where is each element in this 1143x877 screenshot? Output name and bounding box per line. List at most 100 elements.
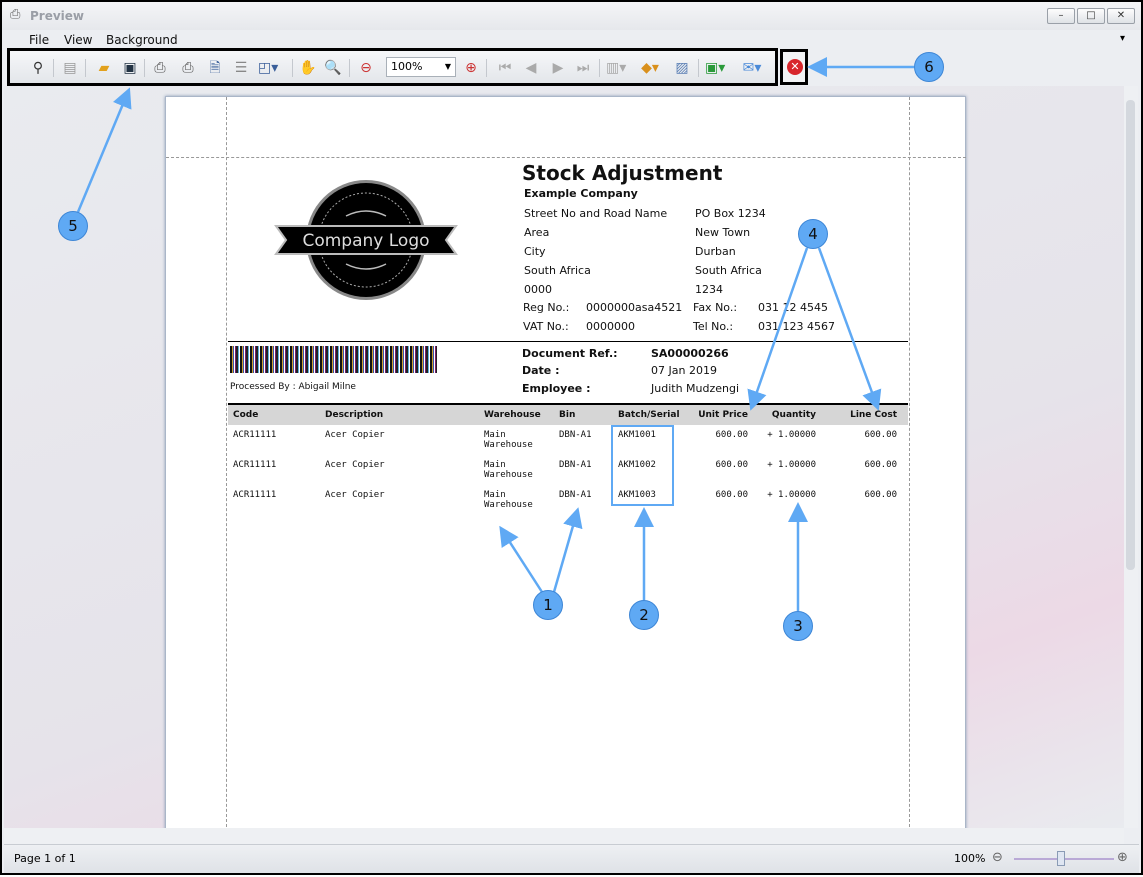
menu-overflow-icon[interactable]: ▾ xyxy=(1120,33,1125,44)
cell-qty: + 1.00000 xyxy=(767,490,816,500)
date-label: Date : xyxy=(522,364,560,377)
page-setup-icon[interactable]: 🗎 xyxy=(205,59,225,77)
window-title: Preview xyxy=(30,9,85,23)
fax-value: 031 12 4545 xyxy=(758,301,828,314)
fax-label: Fax No.: xyxy=(693,301,738,314)
menu-background[interactable]: Background xyxy=(106,33,178,47)
print-dialog-icon[interactable]: ⎙ xyxy=(150,59,170,77)
svg-text:Company Logo: Company Logo xyxy=(302,231,429,251)
tel-value: 031 123 4567 xyxy=(758,320,835,333)
chevron-down-icon: ▼ xyxy=(444,62,451,71)
cell-bin: DBN-A1 xyxy=(559,490,592,500)
zoom-percent: 100% xyxy=(954,852,986,865)
col-code: Code xyxy=(233,410,259,420)
page-indicator: Page 1 of 1 xyxy=(14,852,76,865)
zoom-select[interactable]: 100% ▼ xyxy=(386,57,456,77)
col-unit-price: Unit Price xyxy=(698,410,748,420)
cell-wh1: Main xyxy=(484,460,506,470)
page-layout-icon[interactable]: ▥▾ xyxy=(606,59,626,77)
callout-4: 4 xyxy=(798,219,828,249)
email-icon[interactable]: ✉▾ xyxy=(742,59,762,77)
doc-ref-label: Document Ref.: xyxy=(522,347,618,360)
quick-print-icon[interactable]: ⎙ xyxy=(178,59,198,77)
title-bar: ⎙ Preview – □ ✕ xyxy=(2,2,1141,30)
employee-value: Judith Mudzengi xyxy=(651,382,740,395)
cell-cost: 600.00 xyxy=(864,460,897,470)
date-value: 07 Jan 2019 xyxy=(651,364,717,377)
cell-wh2: Warehouse xyxy=(484,440,533,450)
zoom-in-icon[interactable]: ⊕ xyxy=(461,59,481,77)
employee-label: Employee : xyxy=(522,382,591,395)
cell-wh2: Warehouse xyxy=(484,500,533,510)
close-preview-icon: ✕ xyxy=(787,59,803,75)
address-line: South Africa xyxy=(524,264,591,277)
address-line: Street No and Road Name xyxy=(524,207,668,220)
cell-price: 600.00 xyxy=(715,460,748,470)
company-logo: Company Logo xyxy=(274,180,458,300)
horizontal-scrollbar[interactable] xyxy=(4,828,1124,844)
barcode xyxy=(230,346,437,373)
col-line-cost: Line Cost xyxy=(850,410,897,420)
thumbnails-icon[interactable]: ▤ xyxy=(60,59,80,77)
first-page-icon[interactable]: ⏮ xyxy=(495,59,515,77)
col-warehouse: Warehouse xyxy=(484,410,541,420)
tel-label: Tel No.: xyxy=(693,320,734,333)
menu-view[interactable]: View xyxy=(64,33,92,47)
col-quantity: Quantity xyxy=(771,410,816,420)
cell-desc: Acer Copier xyxy=(325,490,385,500)
callout-3: 3 xyxy=(783,611,813,641)
document-title: Stock Adjustment xyxy=(522,161,723,185)
open-icon[interactable]: ▰ xyxy=(94,59,114,77)
batch-highlight-box xyxy=(611,425,674,506)
reg-label: Reg No.: xyxy=(523,301,570,314)
cell-bin: DBN-A1 xyxy=(559,460,592,470)
scale-icon[interactable]: ☰ xyxy=(231,59,251,77)
magnifier-icon[interactable]: 🔍 xyxy=(323,59,343,77)
cell-desc: Acer Copier xyxy=(325,460,385,470)
save-icon[interactable]: ▣ xyxy=(120,59,140,77)
find-icon[interactable]: ⚲ xyxy=(28,59,48,77)
zoom-out-icon[interactable]: ⊖ xyxy=(992,850,1003,865)
last-page-icon[interactable]: ⏭ xyxy=(573,59,593,77)
next-page-icon[interactable]: ▶ xyxy=(548,59,568,77)
callout-1: 1 xyxy=(533,590,563,620)
zoom-in-icon[interactable]: ⊕ xyxy=(1117,850,1128,865)
cell-qty: + 1.00000 xyxy=(767,460,816,470)
close-preview-button[interactable]: ✕ xyxy=(780,49,808,85)
cell-desc: Acer Copier xyxy=(325,430,385,440)
callout-5: 5 xyxy=(58,211,88,241)
vat-value: 0000000 xyxy=(586,320,635,333)
postal-line: New Town xyxy=(695,226,751,239)
window-close-button[interactable]: ✕ xyxy=(1107,8,1135,24)
zoom-out-icon[interactable]: ⊖ xyxy=(356,59,376,77)
menu-file[interactable]: File xyxy=(29,33,49,47)
vertical-scrollbar[interactable] xyxy=(1124,86,1138,828)
cell-bin: DBN-A1 xyxy=(559,430,592,440)
cell-wh2: Warehouse xyxy=(484,470,533,480)
cell-wh1: Main xyxy=(484,490,506,500)
cell-cost: 600.00 xyxy=(864,490,897,500)
minimize-button[interactable]: – xyxy=(1047,8,1075,24)
vertical-scroll-thumb[interactable] xyxy=(1126,100,1135,570)
cell-code: ACR11111 xyxy=(233,430,277,440)
doc-ref-value: SA00000266 xyxy=(651,347,729,360)
watermark-icon[interactable]: ▨ xyxy=(672,59,692,77)
previous-page-icon[interactable]: ◀ xyxy=(521,59,541,77)
postal-line: 1234 xyxy=(695,283,723,296)
callout-6: 6 xyxy=(914,52,944,82)
cell-qty: + 1.00000 xyxy=(767,430,816,440)
multiple-pages-icon[interactable]: ◰▾ xyxy=(258,59,278,77)
cell-code: ACR11111 xyxy=(233,460,277,470)
hand-tool-icon[interactable]: ✋ xyxy=(298,59,318,77)
address-line: Area xyxy=(524,226,550,239)
page-color-icon[interactable]: ◆▾ xyxy=(640,59,660,77)
zoom-value: 100% xyxy=(391,60,423,73)
cell-price: 600.00 xyxy=(715,430,748,440)
reg-value: 0000000asa4521 xyxy=(586,301,683,314)
col-bin: Bin xyxy=(559,410,576,420)
export-icon[interactable]: ▣▾ xyxy=(705,59,725,77)
maximize-button[interactable]: □ xyxy=(1077,8,1105,24)
zoom-slider-thumb[interactable] xyxy=(1057,851,1065,866)
cell-code: ACR11111 xyxy=(233,490,277,500)
address-line: City xyxy=(524,245,546,258)
